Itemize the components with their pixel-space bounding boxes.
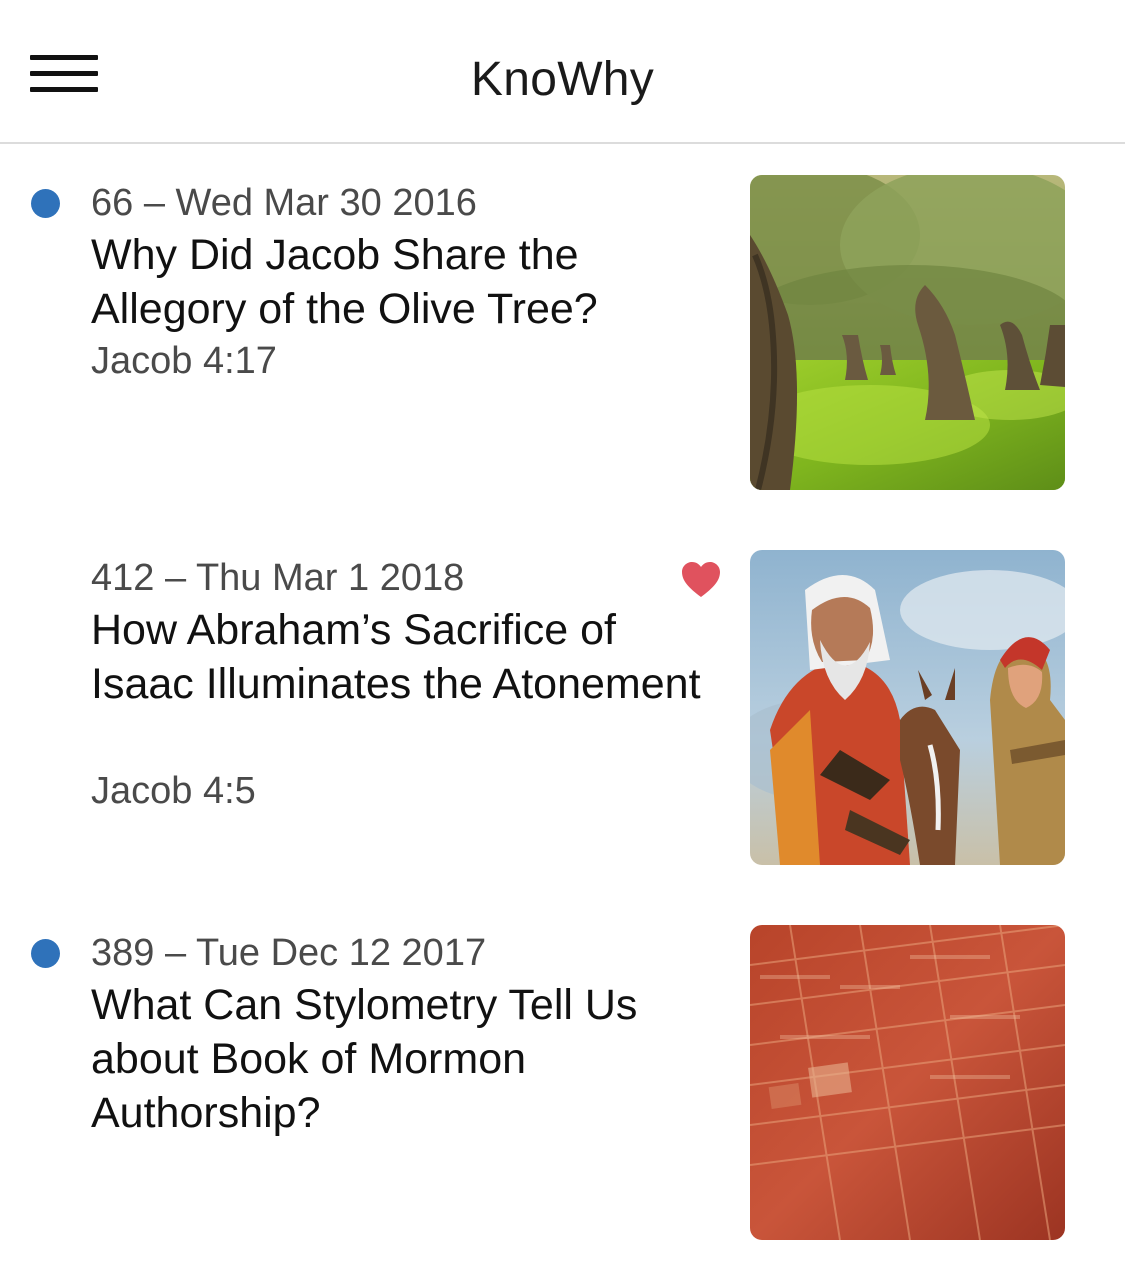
page-title: KnoWhy [470, 53, 655, 106]
heart-icon[interactable] [680, 561, 722, 599]
abraham-isaac-thumbnail [750, 550, 1065, 865]
item-reference: Jacob 4:5 [91, 770, 256, 812]
list-item[interactable]: 389 – Tue Dec 12 2017 What Can Stylometr… [0, 894, 1125, 1269]
item-title: Why Did Jacob Share the Allegory of the … [91, 231, 598, 333]
unread-dot-icon [31, 939, 60, 968]
item-reference: Jacob 4:17 [91, 340, 277, 382]
list-item[interactable]: 412 – Thu Mar 1 2018 How Abraham’s Sacri… [0, 519, 1125, 894]
olive-grove-thumbnail [750, 175, 1065, 490]
unread-dot-icon [31, 189, 60, 218]
item-meta: 412 – Thu Mar 1 2018 [91, 557, 465, 599]
item-meta: 389 – Tue Dec 12 2017 [91, 932, 487, 974]
stylometry-thumbnail [750, 925, 1065, 1240]
item-meta: 66 – Wed Mar 30 2016 [91, 182, 477, 224]
nav-bar: KnoWhy [0, 0, 1125, 144]
list-item[interactable]: 66 – Wed Mar 30 2016 Why Did Jacob Share… [0, 144, 1125, 519]
item-title: How Abraham’s Sacrifice of Isaac Illumin… [91, 606, 701, 708]
item-title: What Can Stylometry Tell Us about Book o… [91, 981, 638, 1137]
